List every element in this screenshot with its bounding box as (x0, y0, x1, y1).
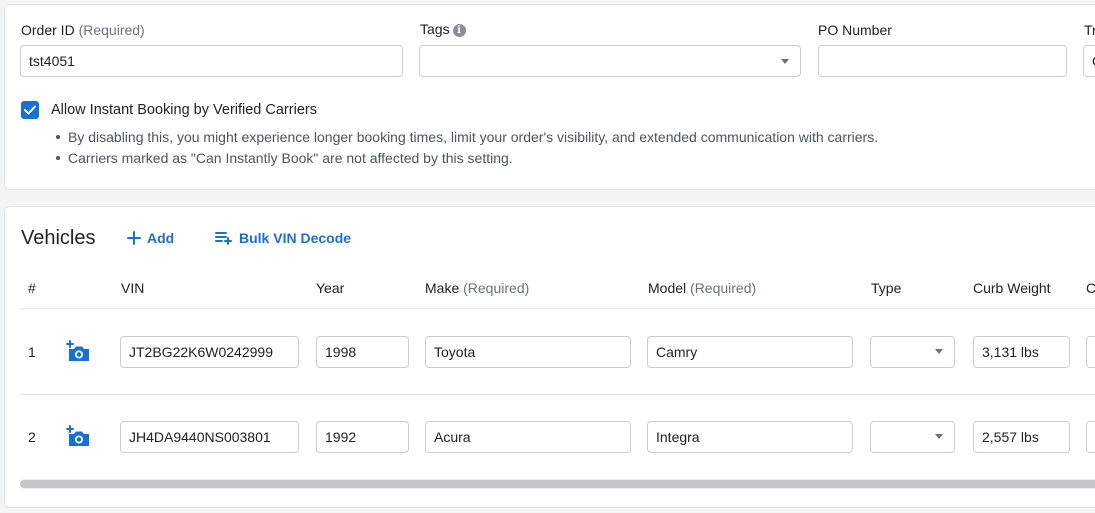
bulk-vin-decode-button[interactable]: Bulk VIN Decode (215, 230, 351, 246)
order-id-input[interactable]: tst4051 (20, 45, 403, 77)
info-icon[interactable]: i (452, 24, 466, 37)
column-header-year: Year (316, 280, 345, 296)
model-input[interactable]: Camry (647, 336, 853, 368)
truncated-cell-input[interactable] (1086, 336, 1095, 368)
vehicles-title: Vehicles (21, 227, 96, 249)
truncated-field-input[interactable]: C (1083, 45, 1095, 77)
column-header-curb-weight: Curb Weight (973, 280, 1051, 296)
column-header-truncated: C (1086, 280, 1095, 296)
tags-label: Tags i (420, 21, 466, 37)
column-header-make: Make (Required) (425, 280, 530, 296)
instant-booking-label[interactable]: Allow Instant Booking by Verified Carrie… (51, 102, 317, 118)
instant-booking-note-2: Carriers marked as "Can Instantly Book" … (56, 150, 513, 166)
header-divider (20, 308, 1095, 309)
camera-add-icon[interactable] (66, 425, 90, 447)
make-input[interactable]: Acura (425, 421, 631, 453)
po-number-input[interactable] (818, 45, 1067, 77)
order-id-label: Order ID (Required) (21, 22, 145, 38)
column-header-model: Model (Required) (648, 280, 757, 296)
add-vehicle-button[interactable]: Add (127, 230, 174, 246)
truncated-cell-input[interactable] (1086, 421, 1095, 453)
make-input[interactable]: Toyota (425, 336, 631, 368)
chevron-down-icon (935, 349, 943, 354)
column-header-vin: VIN (121, 280, 145, 296)
camera-add-icon[interactable] (66, 340, 90, 362)
curb-weight-input[interactable]: 2,557 lbs (973, 421, 1070, 453)
column-header-type: Type (871, 280, 902, 296)
row-number: 1 (28, 344, 36, 360)
po-number-label: PO Number (818, 22, 892, 38)
column-header-number: # (28, 280, 36, 296)
vin-input[interactable]: JT2BG22K6W0242999 (120, 336, 299, 368)
row-number: 2 (28, 429, 36, 445)
model-input[interactable]: Integra (647, 421, 853, 453)
check-icon (24, 105, 36, 115)
row-divider (20, 394, 1095, 395)
vin-input[interactable]: JH4DA9440NS003801 (120, 421, 299, 453)
truncated-field-label: Tr (1084, 22, 1095, 38)
plus-icon (127, 231, 141, 245)
instant-booking-note-1: By disabling this, you might experience … (56, 129, 878, 145)
year-input[interactable]: 1998 (316, 336, 409, 368)
tags-select[interactable] (419, 45, 801, 77)
curb-weight-input[interactable]: 3,131 lbs (973, 336, 1070, 368)
chevron-down-icon (935, 434, 943, 439)
list-add-icon (215, 232, 232, 245)
horizontal-scrollbar-thumb[interactable] (20, 480, 1095, 488)
year-input[interactable]: 1992 (316, 421, 409, 453)
instant-booking-checkbox[interactable] (21, 101, 39, 119)
chevron-down-icon (781, 59, 789, 64)
